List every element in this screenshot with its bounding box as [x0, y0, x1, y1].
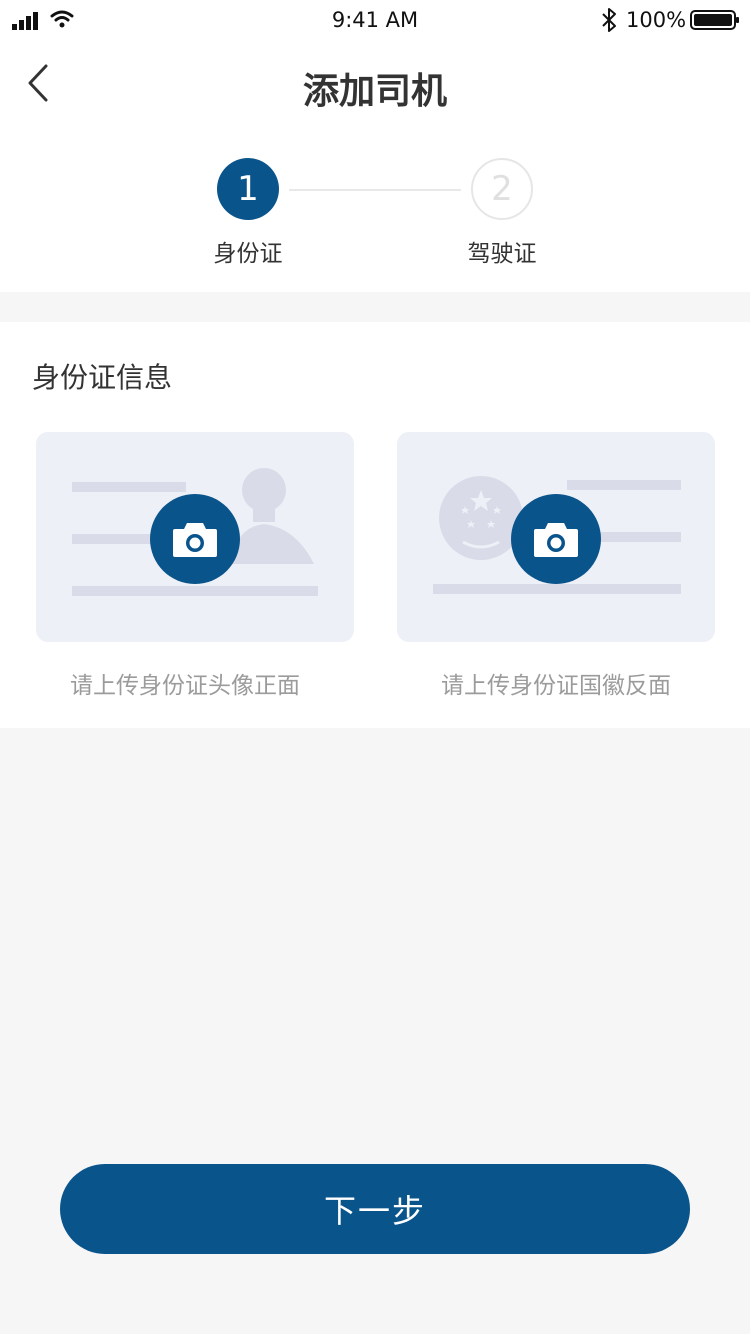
step-1-number: 1	[237, 169, 259, 209]
camera-icon	[534, 523, 578, 557]
upload-id-front-caption: 请上传身份证头像正面	[70, 673, 300, 699]
step-2-indicator: 2	[471, 158, 533, 220]
step-connector	[289, 189, 461, 191]
step-2-number: 2	[491, 169, 513, 209]
page-title: 添加司机	[302, 71, 447, 112]
upload-id-front-button[interactable]	[36, 432, 354, 642]
section-title: 身份证信息	[32, 361, 173, 394]
camera-button[interactable]	[150, 494, 240, 584]
camera-icon	[173, 523, 217, 557]
battery-full-icon	[690, 10, 739, 30]
step-1-label: 身份证	[213, 241, 283, 267]
upload-id-back-caption: 请上传身份证国徽反面	[441, 673, 671, 699]
id-card-section: 身份证信息 请上传身份证头像正面 请上传身份证国徽反面	[0, 322, 750, 728]
battery-percent: 100%	[626, 8, 687, 32]
nav-bar: 添加司机	[0, 40, 750, 130]
next-button-label: 下一步	[323, 1192, 426, 1230]
bluetooth-icon	[602, 8, 616, 32]
step-1-indicator: 1	[217, 158, 279, 220]
camera-button[interactable]	[511, 494, 601, 584]
next-button[interactable]: 下一步	[60, 1164, 690, 1254]
upload-id-back-button[interactable]	[397, 432, 715, 642]
step-2-label: 驾驶证	[467, 241, 537, 267]
progress-stepper: 1 2 身份证 驾驶证	[0, 130, 750, 292]
status-bar: 9:41 AM 100%	[0, 0, 750, 40]
